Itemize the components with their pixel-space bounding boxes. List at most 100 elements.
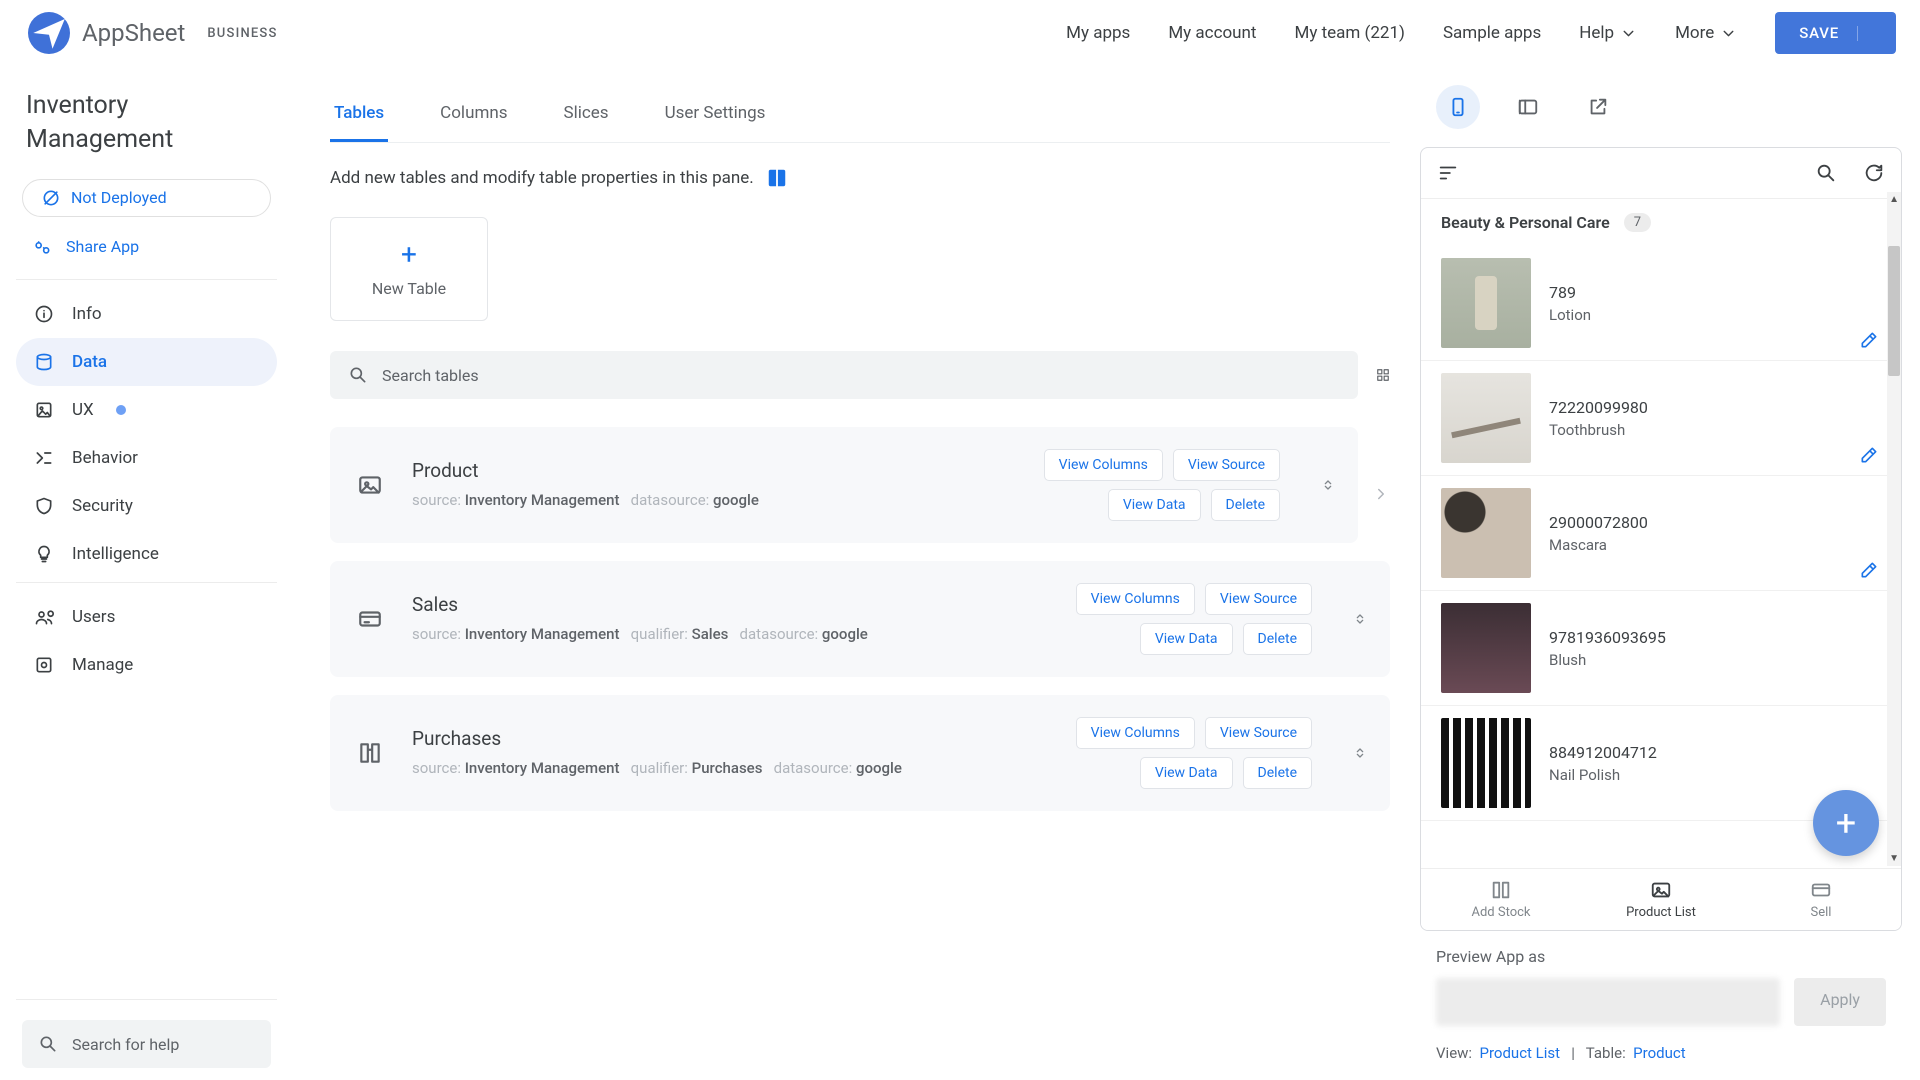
edit-icon[interactable] [1859, 560, 1879, 580]
item-thumbnail [1441, 373, 1531, 463]
view-columns-button[interactable]: View Columns [1044, 449, 1163, 481]
sidebar-item-info[interactable]: Info [16, 290, 277, 338]
sidebar-item-behavior[interactable]: Behavior [16, 434, 277, 482]
preview-open-button[interactable] [1576, 85, 1620, 129]
chevron-down-icon[interactable] [1857, 26, 1872, 41]
nav-help-label: Help [1579, 23, 1614, 43]
nav-my-account[interactable]: My account [1168, 23, 1256, 43]
expand-icon[interactable] [1352, 611, 1368, 627]
tab-tables[interactable]: Tables [330, 89, 388, 142]
scroll-up-icon[interactable]: ▲ [1889, 194, 1899, 205]
view-source-button[interactable]: View Source [1173, 449, 1280, 481]
image-icon [34, 400, 54, 420]
app-title: Inventory Management [16, 89, 277, 175]
preview-tablet-button[interactable] [1506, 85, 1550, 129]
scrollbar-thumb[interactable] [1888, 246, 1900, 376]
view-columns-button[interactable]: View Columns [1076, 583, 1195, 615]
tab-user-settings[interactable]: User Settings [661, 89, 770, 142]
not-deployed-pill[interactable]: Not Deployed [22, 179, 271, 217]
view-source-button[interactable]: View Source [1205, 583, 1312, 615]
lightbulb-icon [34, 544, 54, 564]
device-list[interactable]: 789 Lotion 72220099980 Toothbrush [1421, 246, 1901, 868]
view-data-button[interactable]: View Data [1108, 489, 1201, 521]
sidebar-item-intelligence[interactable]: Intelligence [16, 530, 277, 578]
expand-icon[interactable] [1320, 477, 1336, 493]
view-link[interactable]: Product List [1480, 1044, 1561, 1062]
nav-label: Sell [1811, 905, 1832, 920]
expand-icon[interactable] [1352, 745, 1368, 761]
top-nav: My apps My account My team (221) Sample … [1066, 12, 1896, 54]
sort-icon[interactable] [1437, 162, 1459, 184]
edit-icon[interactable] [1859, 330, 1879, 350]
table-card-product[interactable]: Product source: Inventory Management dat… [330, 427, 1358, 543]
table-link[interactable]: Product [1633, 1044, 1685, 1062]
table-meta: source: Inventory Management datasource:… [412, 488, 1016, 512]
scrollbar-track[interactable]: ▲ ▼ [1887, 192, 1901, 866]
table-card-purchases[interactable]: Purchases source: Inventory Management q… [330, 695, 1390, 811]
nav-my-apps[interactable]: My apps [1066, 23, 1130, 43]
save-button[interactable]: SAVE [1775, 12, 1896, 54]
edit-icon[interactable] [1859, 445, 1879, 465]
device-preview: Beauty & Personal Care 7 789 Lotion [1420, 147, 1902, 931]
search-help-input[interactable]: Search for help [22, 1020, 271, 1068]
chevron-right-icon[interactable] [1372, 485, 1390, 503]
fab-add-button[interactable]: + [1813, 790, 1879, 856]
category-header: Beauty & Personal Care 7 [1421, 199, 1901, 246]
view-source-button[interactable]: View Source [1205, 717, 1312, 749]
share-app-button[interactable]: Share App [16, 227, 277, 275]
nav-my-team[interactable]: My team (221) [1295, 23, 1405, 43]
sidebar-item-data[interactable]: Data [16, 338, 277, 386]
sidebar-item-ux[interactable]: UX [16, 386, 277, 434]
workflow-icon [34, 448, 54, 468]
delete-button[interactable]: Delete [1243, 757, 1312, 789]
category-name: Beauty & Personal Care [1441, 213, 1610, 232]
nav-help[interactable]: Help [1579, 23, 1637, 43]
sidebar-item-security[interactable]: Security [16, 482, 277, 530]
chevron-down-icon [1620, 25, 1637, 42]
refresh-icon[interactable] [1863, 162, 1885, 184]
table-name: Product [412, 459, 1016, 482]
view-data-button[interactable]: View Data [1140, 757, 1233, 789]
category-count: 7 [1624, 213, 1651, 232]
item-code: 789 [1549, 283, 1591, 302]
content-area: Tables Columns Slices User Settings Add … [290, 67, 1420, 1080]
sidebar-item-manage[interactable]: Manage [16, 641, 277, 689]
preview-as-input[interactable] [1436, 978, 1780, 1026]
nav-product-list[interactable]: Product List [1581, 869, 1741, 930]
nav-more-label: More [1675, 23, 1714, 43]
scroll-down-icon[interactable]: ▼ [1889, 853, 1899, 864]
nav-add-stock[interactable]: Add Stock [1421, 869, 1581, 930]
nav-more[interactable]: More [1675, 23, 1737, 43]
sidebar-item-label: Info [72, 304, 102, 324]
apply-button[interactable]: Apply [1794, 978, 1886, 1026]
list-item[interactable]: 789 Lotion [1421, 246, 1901, 361]
delete-button[interactable]: Delete [1211, 489, 1280, 521]
book-icon[interactable] [766, 167, 788, 189]
view-data-button[interactable]: View Data [1140, 623, 1233, 655]
brand-logo[interactable]: AppSheet BUSINESS [28, 12, 278, 54]
layout-toggle-icon[interactable] [1376, 368, 1390, 382]
delete-button[interactable]: Delete [1243, 623, 1312, 655]
preview-phone-button[interactable] [1436, 85, 1480, 129]
nav-sell[interactable]: Sell [1741, 869, 1901, 930]
list-item[interactable]: 29000072800 Mascara [1421, 476, 1901, 591]
preview-column: Beauty & Personal Care 7 789 Lotion [1420, 67, 1920, 1080]
data-tabs: Tables Columns Slices User Settings [330, 89, 1390, 143]
tab-columns[interactable]: Columns [436, 89, 511, 142]
list-item[interactable]: 72220099980 Toothbrush [1421, 361, 1901, 476]
share-app-label: Share App [66, 237, 139, 256]
unsaved-changes-indicator [116, 405, 126, 415]
inventory-icon [1490, 879, 1512, 901]
search-icon[interactable] [1815, 162, 1837, 184]
view-columns-button[interactable]: View Columns [1076, 717, 1195, 749]
sidebar-item-users[interactable]: Users [16, 593, 277, 641]
search-tables-input[interactable]: Search tables [330, 351, 1358, 399]
nav-label: Product List [1626, 905, 1696, 920]
tab-slices[interactable]: Slices [560, 89, 613, 142]
new-table-label: New Table [372, 279, 446, 298]
table-card-sales[interactable]: Sales source: Inventory Management quali… [330, 561, 1390, 677]
new-table-button[interactable]: + New Table [330, 217, 488, 321]
logo-icon [28, 12, 70, 54]
list-item[interactable]: 9781936093695 Blush [1421, 591, 1901, 706]
nav-sample-apps[interactable]: Sample apps [1443, 23, 1541, 43]
